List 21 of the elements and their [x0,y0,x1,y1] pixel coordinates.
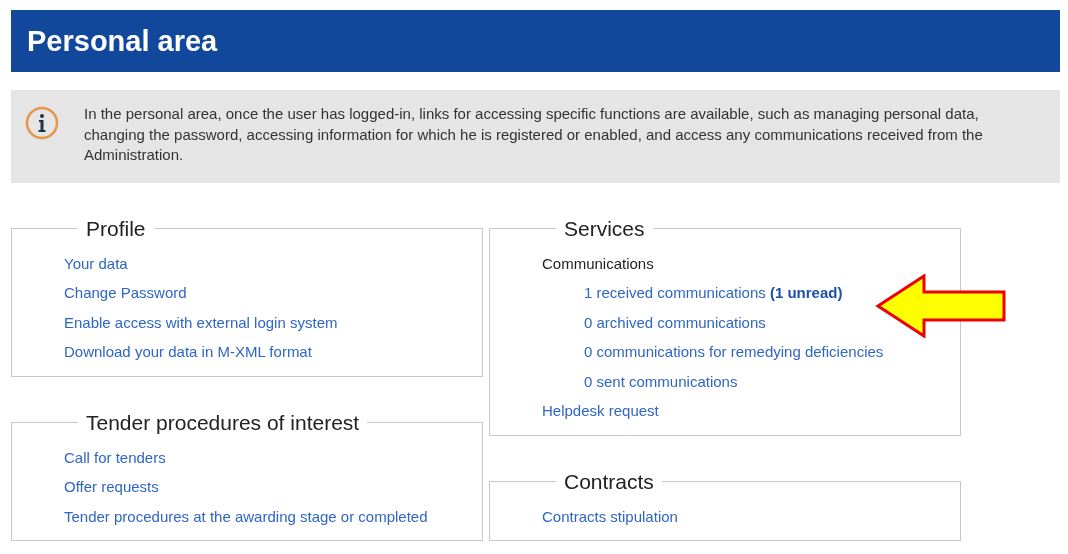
nav-link[interactable]: 0 archived communications [584,313,766,331]
nav-link[interactable]: Tender procedures at the awarding stage or completed [64,507,428,525]
nav-link[interactable]: Change Password [64,284,187,302]
nav-link[interactable]: Offer requests [64,478,159,496]
nav-link[interactable]: Your data [64,254,128,272]
nav-link[interactable]: 0 sent communications [584,372,738,390]
nav-link[interactable]: 1 received communications (1 unread) [584,284,843,302]
nav-link[interactable]: Call for tenders [64,448,166,466]
group-heading: Communications [542,254,654,272]
section-title: Services [563,216,646,241]
nav-link[interactable]: Contracts stipulation [542,507,678,525]
nav-link[interactable]: Enable access with external login system [64,313,338,331]
info-text: In the personal area, once the user has logged-in, links for accessing specific functions are available, such as managing personal data, changing the password, accessing information for which he is registered or enabled, and access any communications received from the Administration. [84,104,984,165]
page-title: Personal area [27,24,218,58]
section-title: Tender procedures of interest [85,410,361,435]
info-icon [25,106,59,140]
nav-link[interactable]: 0 communications for remedying deficiencies [584,343,884,361]
section-title: Profile [85,216,147,241]
nav-link[interactable]: Download your data in M-XML format [64,343,312,361]
nav-link[interactable]: Helpdesk request [542,402,659,420]
section-title: Contracts [563,469,655,494]
